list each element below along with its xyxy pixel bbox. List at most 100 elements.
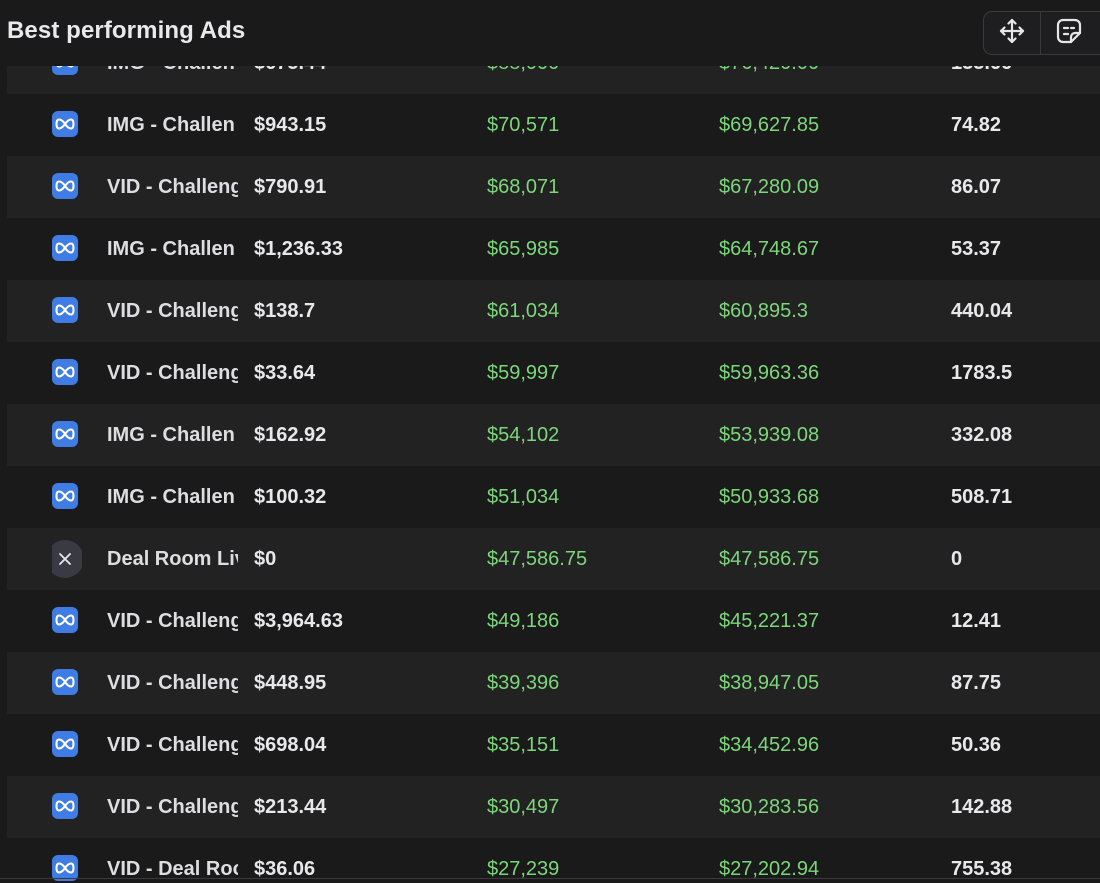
platform-cell [52, 218, 82, 280]
ad-name-cell: IMG - Challen [107, 114, 235, 136]
table-row[interactable]: IMG - Challen $1,236.33 $65,985 $64,748.67 5… [7, 218, 1100, 280]
roas-cell: 0 [951, 548, 963, 570]
revenue-cell: $61,034 [487, 300, 560, 322]
profit-cell: $38,947.05 [719, 672, 820, 694]
meta-icon [52, 235, 78, 261]
profit-cell: $30,283.56 [719, 796, 820, 818]
table-row[interactable]: VID - Challeng $3,964.63 $49,186 $45,221.37… [7, 590, 1100, 652]
revenue-cell: $35,151 [487, 734, 560, 756]
spend-cell: $0 [254, 548, 277, 570]
meta-icon [52, 111, 78, 137]
best-performing-ads-panel: IMG - Challen$675.44$88,000$76,420.00133… [0, 0, 1100, 883]
profit-cell: $27,202.94 [719, 858, 820, 880]
profit-cell: $67,280.09 [719, 176, 820, 198]
ad-name-cell: IMG - Challen [107, 424, 235, 446]
table-row[interactable]: IMG - Challen $162.92 $54,102 $53,939.08 332… [7, 404, 1100, 466]
spend-cell: $1,236.33 [254, 238, 343, 260]
ad-name-cell: IMG - Challen [107, 486, 235, 508]
sticky-note-button[interactable] [1040, 12, 1097, 54]
table-row[interactable]: Deal Room Liv $0 $47,586.75 $47,586.75 0 [7, 528, 1100, 590]
roas-cell: 86.07 [951, 176, 1002, 198]
spend-cell: $100.32 [254, 486, 327, 508]
meta-icon [52, 297, 78, 323]
panel-toolbar [983, 11, 1100, 55]
ad-name-cell: IMG - Challen [107, 238, 235, 260]
roas-cell: 12.41 [951, 610, 1002, 632]
roas-cell: 142.88 [951, 796, 1013, 818]
move-button[interactable] [984, 12, 1040, 54]
revenue-cell: $27,239 [487, 858, 560, 880]
meta-icon [52, 607, 78, 633]
ad-name-cell: VID - Challeng [107, 734, 238, 756]
revenue-cell: $30,497 [487, 796, 560, 818]
roas-cell: 53.37 [951, 238, 1002, 260]
roas-cell: 1783.5 [951, 362, 1013, 384]
revenue-cell: $47,586.75 [487, 548, 588, 570]
spend-cell: $162.92 [254, 424, 327, 446]
ad-name-cell: Deal Room Liv [107, 548, 238, 570]
meta-icon [52, 669, 78, 695]
ads-table[interactable]: IMG - Challen$675.44$88,000$76,420.00133… [7, 0, 1100, 883]
profit-cell: $50,933.68 [719, 486, 820, 508]
meta-icon [52, 483, 78, 509]
spend-cell: $36.06 [254, 858, 316, 880]
ad-name-cell: VID - Challeng [107, 796, 238, 818]
table-row[interactable]: VID - Challeng $33.64 $59,997 $59,963.36 178… [7, 342, 1100, 404]
platform-cell [52, 94, 82, 156]
platform-cell [52, 590, 82, 652]
platform-cell [52, 838, 82, 883]
revenue-cell: $65,985 [487, 238, 560, 260]
roas-cell: 508.71 [951, 486, 1013, 508]
ad-name-cell: VID - Challeng [107, 362, 238, 384]
spend-cell: $448.95 [254, 672, 327, 694]
roas-cell: 50.36 [951, 734, 1002, 756]
spend-cell: $213.44 [254, 796, 327, 818]
profit-cell: $53,939.08 [719, 424, 820, 446]
ad-name-cell: VID - Challeng [107, 610, 238, 632]
platform-cell [52, 404, 82, 466]
table-row[interactable]: VID - Challeng $698.04 $35,151 $34,452.96 50… [7, 714, 1100, 776]
spend-cell: $3,964.63 [254, 610, 343, 632]
roas-cell: 87.75 [951, 672, 1002, 694]
table-row[interactable]: IMG - Challen $100.32 $51,034 $50,933.68 508… [7, 466, 1100, 528]
spend-cell: $698.04 [254, 734, 327, 756]
platform-cell [52, 342, 82, 404]
meta-icon [52, 359, 78, 385]
panel-bottom-border [0, 878, 1100, 879]
roas-cell: 440.04 [951, 300, 1013, 322]
revenue-cell: $68,071 [487, 176, 560, 198]
roas-cell: 755.38 [951, 858, 1013, 880]
table-row[interactable]: IMG - Challen $943.15 $70,571 $69,627.85 74.… [7, 94, 1100, 156]
table-row[interactable]: VID - Challeng $790.91 $68,071 $67,280.09 86… [7, 156, 1100, 218]
revenue-cell: $39,396 [487, 672, 560, 694]
ad-name-cell: VID - Challeng [107, 672, 238, 694]
move-arrows-icon [998, 17, 1026, 50]
roas-cell: 332.08 [951, 424, 1013, 446]
platform-cell [52, 652, 82, 714]
platform-cell [52, 156, 82, 218]
profit-cell: $34,452.96 [719, 734, 820, 756]
table-row[interactable]: VID - Challeng $213.44 $30,497 $30,283.56 14… [7, 776, 1100, 838]
platform-cell [52, 528, 82, 590]
panel-header: Best performing Ads [0, 0, 1100, 66]
platform-cell [52, 280, 82, 342]
table-row[interactable]: VID - Deal Roo $36.06 $27,239 $27,202.94 755… [7, 838, 1100, 883]
revenue-cell: $49,186 [487, 610, 560, 632]
profit-cell: $59,963.36 [719, 362, 820, 384]
spend-cell: $790.91 [254, 176, 327, 198]
revenue-cell: $70,571 [487, 114, 560, 136]
profit-cell: $47,586.75 [719, 548, 820, 570]
spend-cell: $943.15 [254, 114, 327, 136]
panel-title: Best performing Ads [7, 17, 246, 44]
sticky-note-icon [1055, 17, 1083, 50]
close-icon [52, 540, 82, 578]
platform-cell [52, 776, 82, 838]
table-row[interactable]: VID - Challeng $448.95 $39,396 $38,947.05 87… [7, 652, 1100, 714]
platform-cell [52, 714, 82, 776]
table-row[interactable]: VID - Challeng $138.7 $61,034 $60,895.3 440.… [7, 280, 1100, 342]
ad-name-cell: VID - Deal Roo [107, 858, 238, 880]
ad-name-cell: VID - Challeng [107, 176, 238, 198]
spend-cell: $138.7 [254, 300, 316, 322]
revenue-cell: $51,034 [487, 486, 560, 508]
revenue-cell: $59,997 [487, 362, 560, 384]
